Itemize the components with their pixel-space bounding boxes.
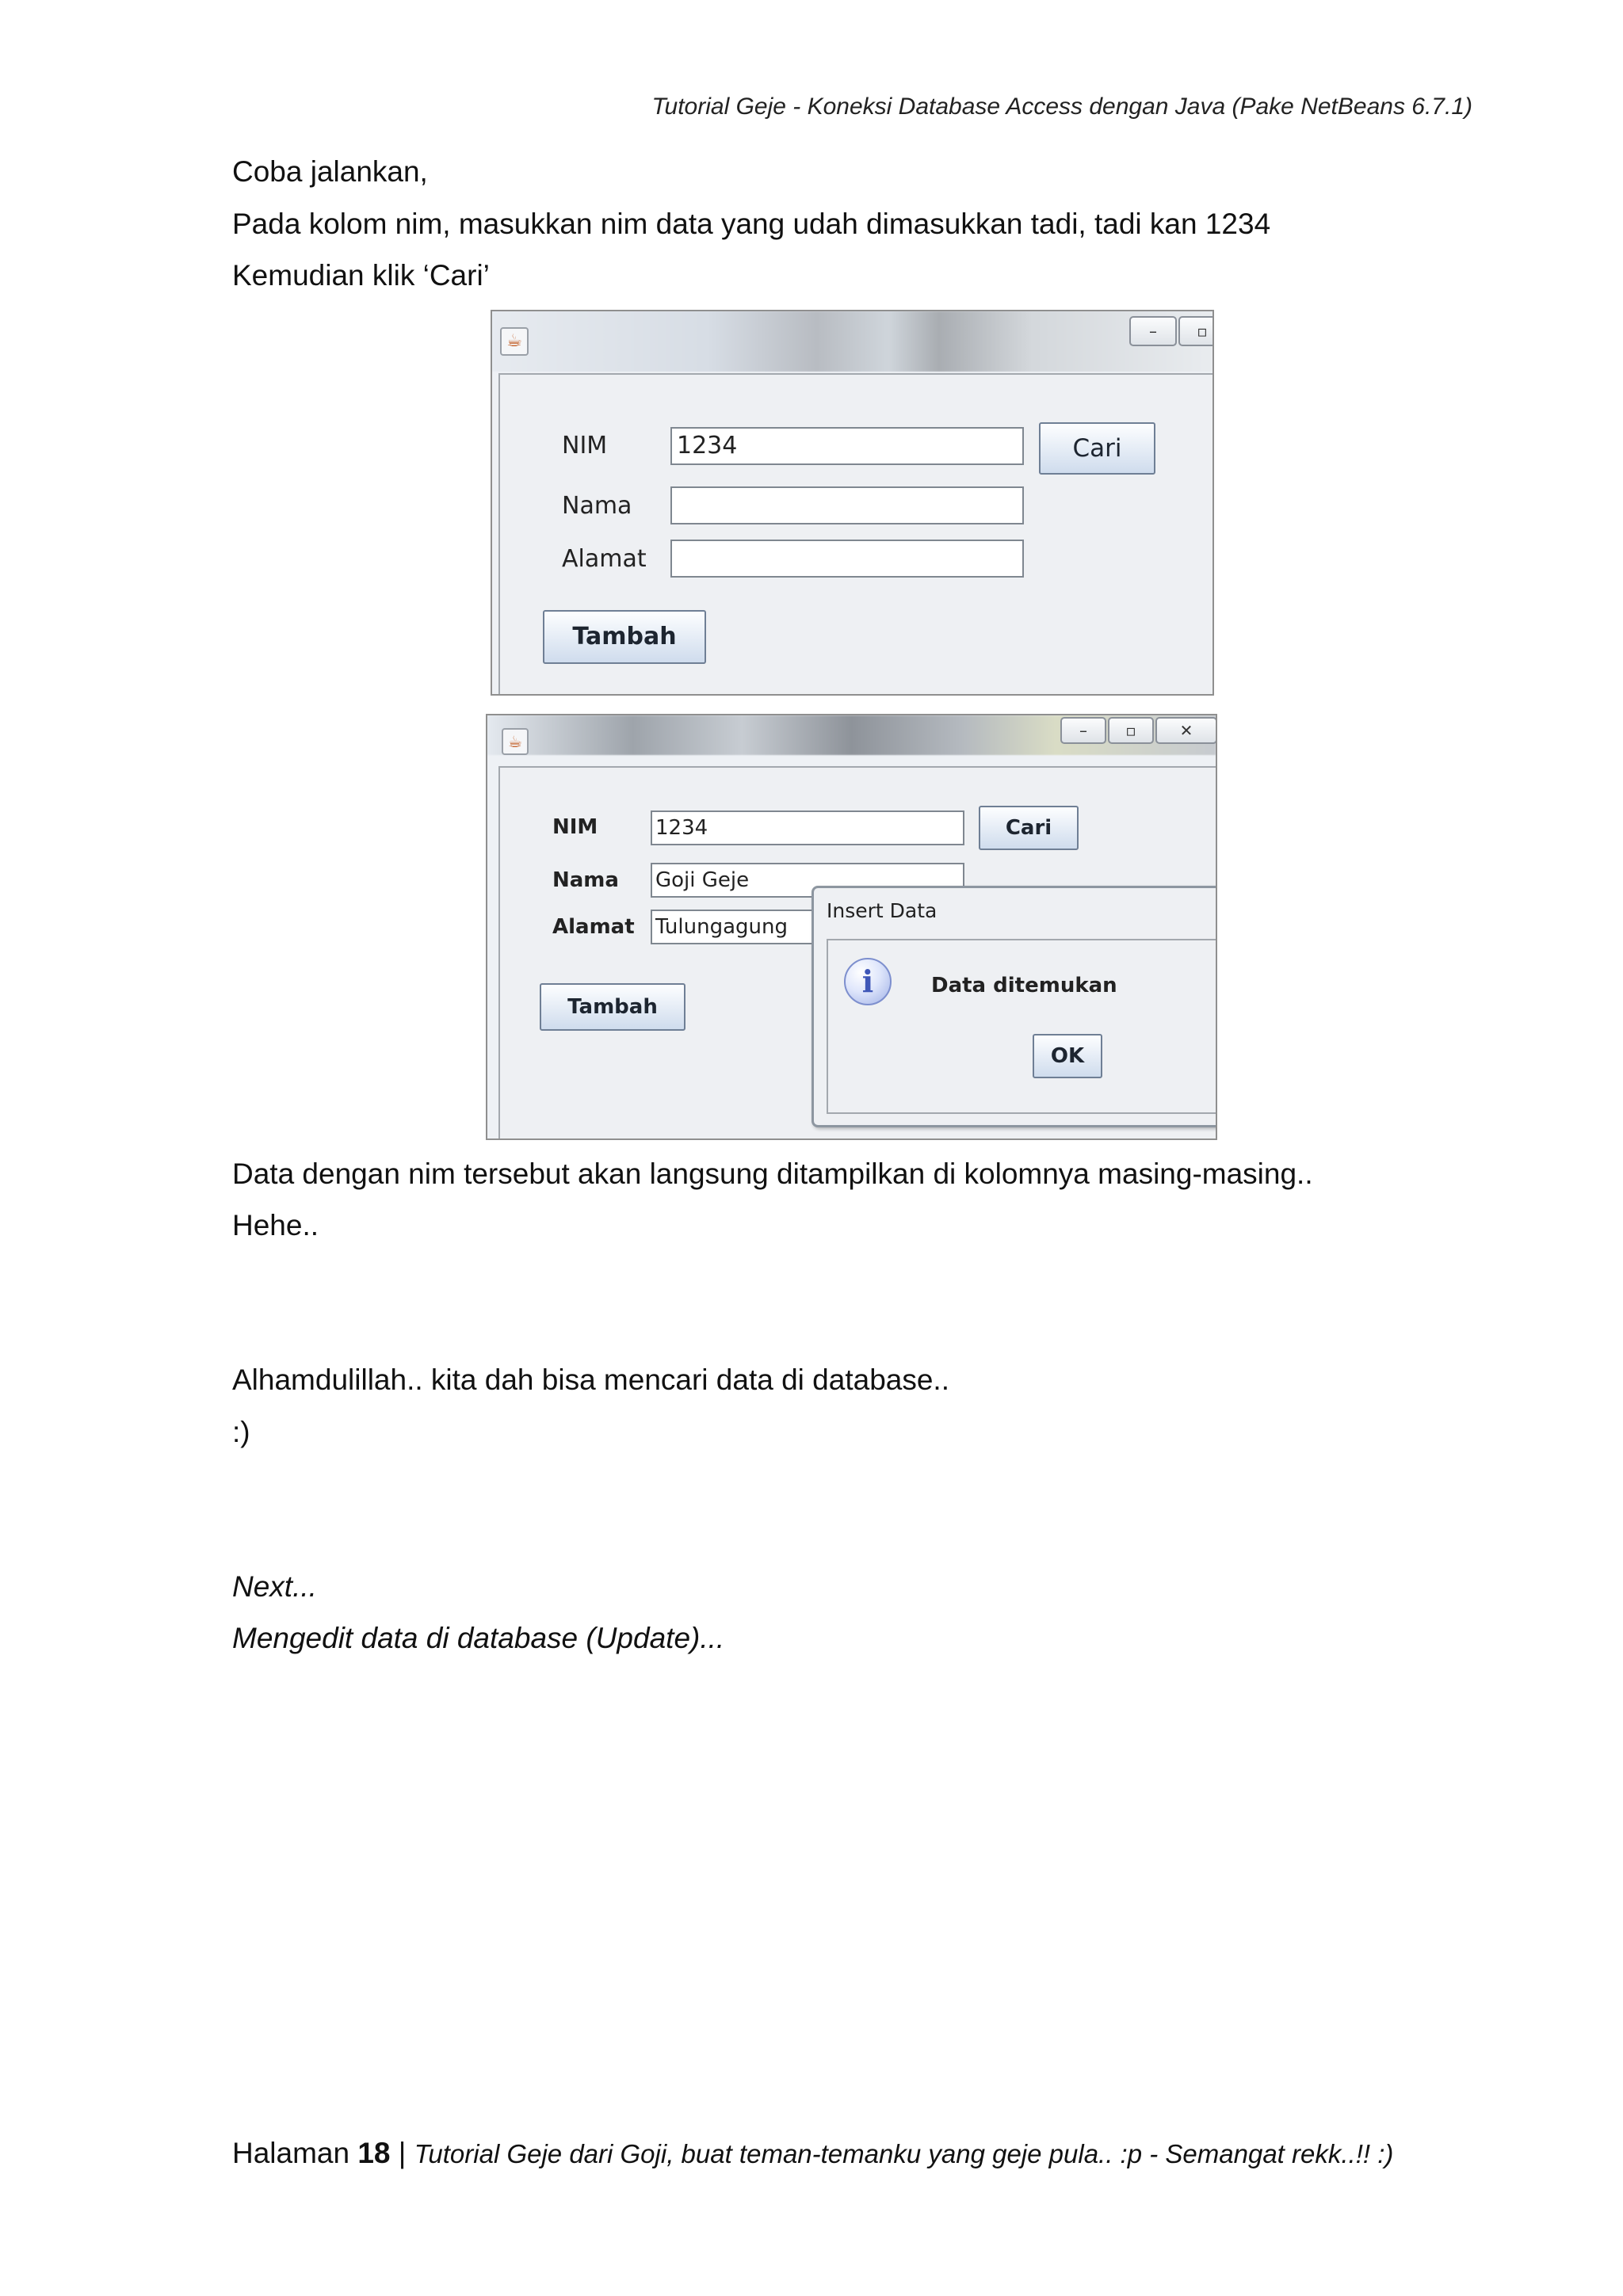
tambah-button[interactable]: Tambah <box>540 983 685 1031</box>
next-topic: Mengedit data di database (Update)... <box>232 1622 725 1654</box>
minimize-button[interactable]: – <box>1129 316 1177 346</box>
window-titlebar <box>487 715 1216 755</box>
footer-prefix: Halaman <box>232 2137 358 2169</box>
alamat-label: Alamat <box>552 915 635 939</box>
form-panel: NIM 1234 Cari Nama Alamat Tambah <box>498 373 1212 694</box>
dialog-message: Data ditemukan <box>931 974 1117 997</box>
java-app-icon: ☕ <box>500 327 529 356</box>
window-titlebar <box>492 311 1212 372</box>
minimize-button[interactable]: – <box>1060 717 1106 744</box>
intro-line-2: Pada kolom nim, masukkan nim data yang u… <box>232 208 1271 240</box>
closing-line-2: :) <box>232 1416 250 1448</box>
close-button[interactable]: ✕ <box>1155 717 1216 744</box>
intro-line-1: Coba jalankan, <box>232 155 428 188</box>
maximize-button[interactable]: ▫ <box>1108 717 1154 744</box>
alamat-label: Alamat <box>562 545 647 573</box>
maximize-button[interactable]: ▫ <box>1178 316 1212 346</box>
cari-button[interactable]: Cari <box>979 806 1079 850</box>
page-header: Tutorial Geje - Koneksi Database Access … <box>651 93 1472 120</box>
info-icon: i <box>844 958 892 1005</box>
insert-data-dialog: Insert Data i Data ditemukan OK <box>812 886 1216 1127</box>
screenshot-search-form: ☕ – ▫ NIM 1234 Cari Nama Alamat Tambah <box>491 310 1214 696</box>
after-line-1: Data dengan nim tersebut akan langsung d… <box>232 1158 1313 1190</box>
java-app-icon: ☕ <box>502 728 529 755</box>
dialog-body: i Data ditemukan OK <box>827 939 1216 1114</box>
nim-input[interactable]: 1234 <box>670 427 1024 465</box>
footer-text: Tutorial Geje dari Goji, buat teman-tema… <box>414 2139 1394 2168</box>
nama-input[interactable] <box>670 486 1024 524</box>
nim-input[interactable]: 1234 <box>651 810 964 845</box>
intro-line-3: Kemudian klik ‘Cari’ <box>232 259 490 292</box>
after-line-2: Hehe.. <box>232 1209 319 1241</box>
nama-label: Nama <box>562 492 632 520</box>
closing-line-1: Alhamdulillah.. kita dah bisa mencari da… <box>232 1363 949 1396</box>
nim-label: NIM <box>562 432 608 460</box>
ok-button[interactable]: OK <box>1033 1034 1102 1078</box>
dialog-title: Insert Data <box>827 899 938 922</box>
cari-button[interactable]: Cari <box>1039 422 1155 475</box>
alamat-input[interactable] <box>670 540 1024 578</box>
screenshot-search-result: ☕ – ▫ ✕ NIM 1234 Cari Nama Goji Geje Ala… <box>486 714 1217 1140</box>
footer-separator: | <box>390 2137 414 2169</box>
page-footer: Halaman 18 | Tutorial Geje dari Goji, bu… <box>232 2137 1393 2170</box>
page-number: 18 <box>357 2137 391 2169</box>
nim-label: NIM <box>552 815 598 839</box>
tambah-button[interactable]: Tambah <box>543 610 706 664</box>
nama-label: Nama <box>552 868 619 892</box>
next-label: Next... <box>232 1570 317 1603</box>
